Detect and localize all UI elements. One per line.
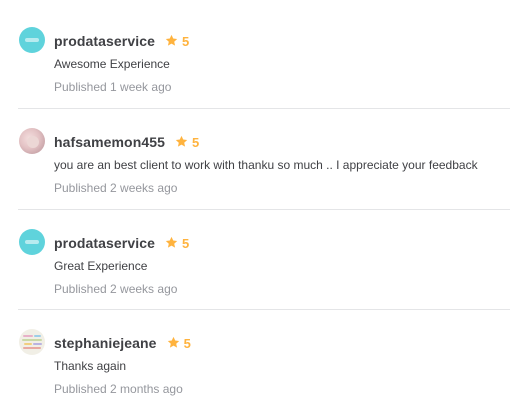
reviewer-username[interactable]: prodataservice [54, 235, 155, 251]
reviewer-username[interactable]: stephaniejeane [54, 335, 157, 351]
review-header: stephaniejeane 5 [54, 334, 191, 352]
review-text: you are an best client to work with than… [54, 158, 478, 172]
rating-value: 5 [182, 235, 190, 251]
star-icon [167, 336, 179, 348]
review-item: prodataservice 5 Great Experience Publis… [0, 210, 510, 310]
rating-value: 5 [192, 134, 200, 150]
review-item: prodataservice 5 Awesome Experience Publ… [0, 8, 510, 108]
review-item: hafsamemon455 5 you are an best client t… [0, 109, 510, 209]
review-header: hafsamemon455 5 [54, 133, 199, 151]
review-text: Great Experience [54, 259, 148, 273]
reviewer-username[interactable]: hafsamemon455 [54, 134, 165, 150]
review-text: Thanks again [54, 359, 127, 373]
review-header: prodataservice 5 [54, 234, 189, 252]
rating-value: 5 [182, 33, 190, 49]
published-date: Published 2 months ago [54, 382, 183, 396]
star-icon [175, 135, 188, 147]
review-text: Awesome Experience [54, 57, 170, 71]
avatar[interactable] [19, 229, 45, 255]
avatar[interactable] [19, 27, 45, 53]
review-list: prodataservice 5 Awesome Experience Publ… [0, 0, 510, 407]
reviewer-username[interactable]: prodataservice [54, 33, 155, 49]
published-date: Published 1 week ago [54, 80, 172, 94]
rating-value: 5 [183, 335, 191, 351]
star-icon [165, 34, 178, 46]
star-icon [165, 236, 178, 248]
review-header: prodataservice 5 [54, 32, 189, 50]
avatar[interactable] [19, 329, 45, 355]
review-item: stephaniejeane 5 Thanks again Published … [0, 310, 510, 407]
published-date: Published 2 weeks ago [54, 282, 178, 296]
avatar[interactable] [19, 128, 45, 154]
published-date: Published 2 weeks ago [54, 181, 178, 195]
